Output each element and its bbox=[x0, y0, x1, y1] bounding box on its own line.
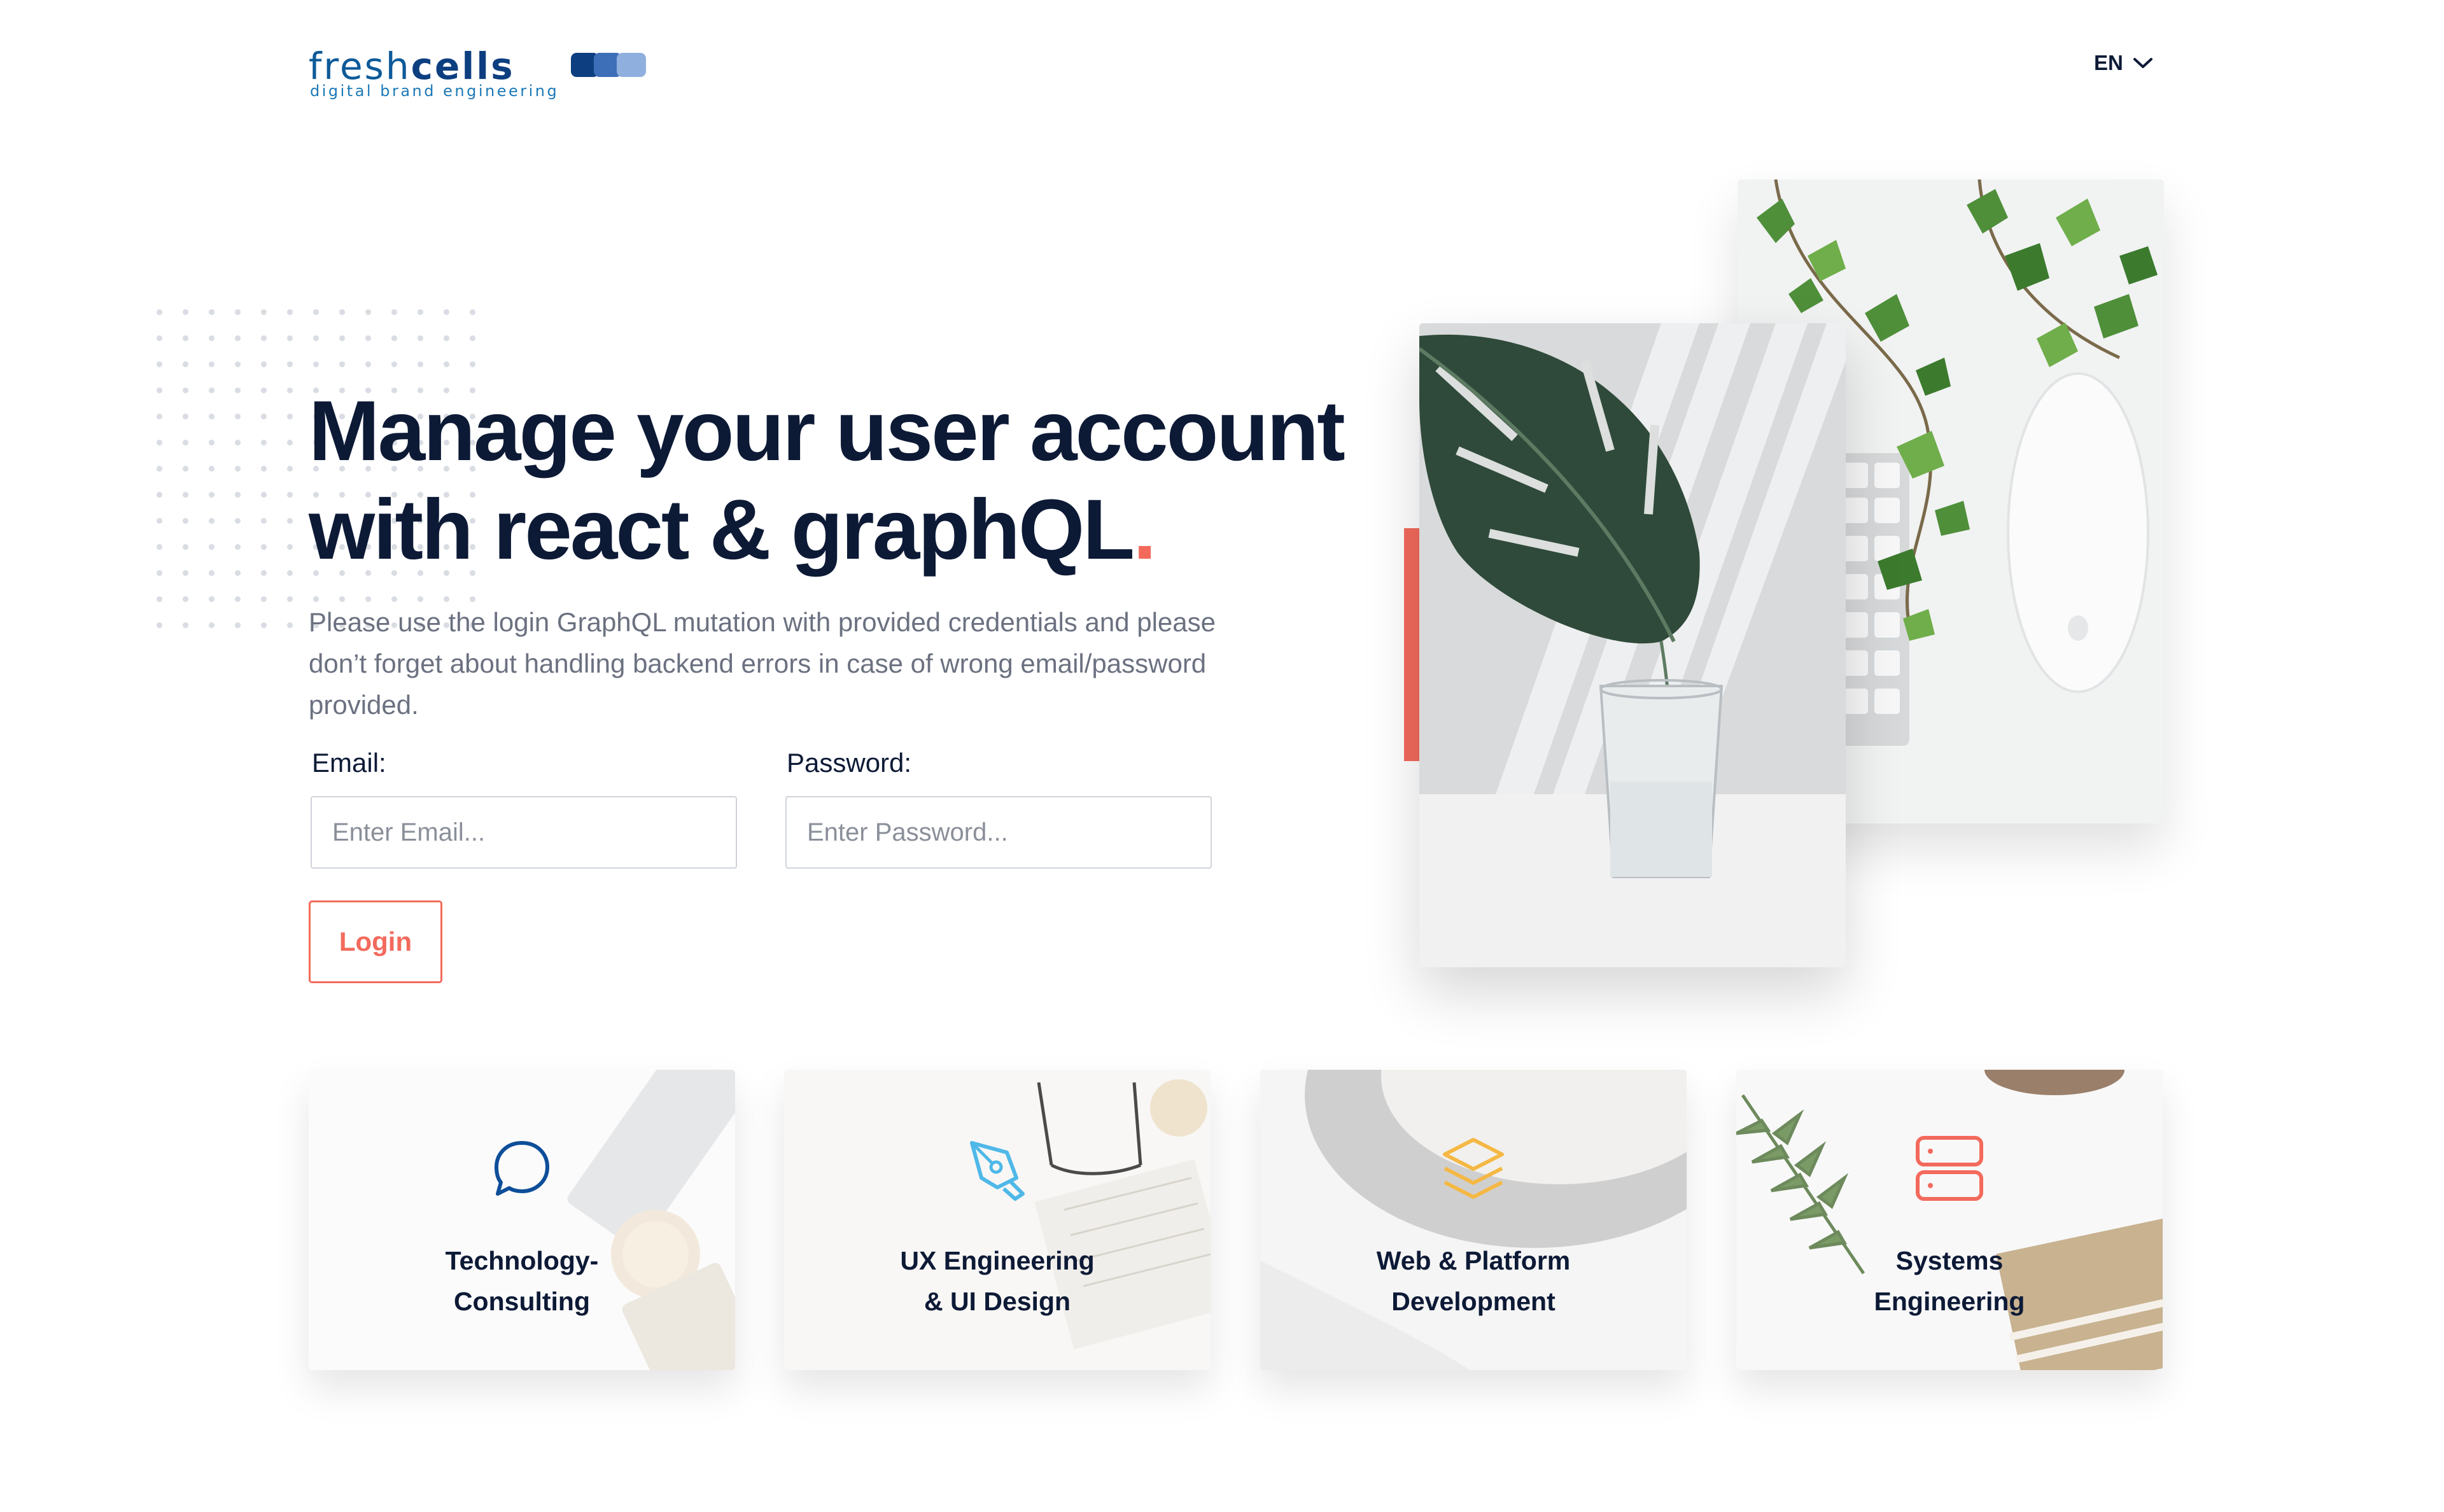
page-title: Manage your user account with react & gr… bbox=[309, 382, 1391, 579]
card-background-keyboard-coffee bbox=[309, 1070, 735, 1370]
logo-boxes-icon bbox=[571, 53, 646, 77]
logo[interactable]: freshcells digital brand engineering bbox=[309, 48, 652, 105]
hero-image-monstera-glass bbox=[1419, 323, 1846, 967]
page-title-line-1: Manage your user account bbox=[309, 384, 1345, 479]
card-title: Web & Platform Development bbox=[1260, 1240, 1687, 1322]
language-label: EN bbox=[2094, 51, 2123, 74]
logo-word-light: fresh bbox=[309, 45, 411, 88]
pen-tool-icon bbox=[970, 1141, 1025, 1201]
card-title-line-2: Engineering bbox=[1874, 1287, 2025, 1316]
title-accent-dot: . bbox=[1133, 482, 1156, 577]
email-field[interactable] bbox=[311, 796, 737, 869]
card-title-line-1: Technology- bbox=[445, 1246, 599, 1275]
server-icon bbox=[1916, 1136, 1983, 1201]
layers-icon bbox=[1443, 1138, 1504, 1199]
card-title-line-1: Web & Platform bbox=[1376, 1246, 1571, 1275]
logo-tagline: digital brand engineering bbox=[310, 82, 559, 100]
card-title-line-2: Development bbox=[1391, 1287, 1556, 1316]
login-button[interactable]: Login bbox=[309, 900, 442, 983]
password-label: Password: bbox=[787, 748, 912, 778]
card-title-line-2: Consulting bbox=[453, 1287, 591, 1316]
chevron-down-icon bbox=[2133, 58, 2153, 68]
card-background-bowl bbox=[1260, 1070, 1687, 1370]
card-title: UX Engineering & UI Design bbox=[784, 1240, 1211, 1322]
page-title-line-2: with react & graphQL. bbox=[309, 480, 1391, 579]
logo-wordmark: freshcells bbox=[309, 48, 515, 85]
card-title-line-1: UX Engineering bbox=[900, 1246, 1095, 1275]
card-title-line-1: Systems bbox=[1895, 1246, 2004, 1275]
chat-bubble-icon bbox=[495, 1141, 549, 1196]
card-background-glasses-book bbox=[784, 1070, 1211, 1370]
card-title: Systems Engineering bbox=[1736, 1240, 2163, 1322]
language-selector[interactable]: EN bbox=[2094, 51, 2154, 75]
service-card-web-platform[interactable]: Web & Platform Development bbox=[1260, 1070, 1687, 1370]
service-card-systems-engineering[interactable]: Systems Engineering bbox=[1736, 1070, 2163, 1370]
monstera-water-glass-image bbox=[1419, 323, 1846, 967]
service-card-technology-consulting[interactable]: Technology- Consulting bbox=[309, 1070, 735, 1370]
service-card-ux-engineering[interactable]: UX Engineering & UI Design bbox=[784, 1070, 1211, 1370]
card-title: Technology- Consulting bbox=[309, 1240, 735, 1322]
card-title-line-2: & UI Design bbox=[924, 1287, 1071, 1316]
logo-word-bold: cells bbox=[411, 45, 515, 88]
page-title-line-2-text: with react & graphQL bbox=[309, 482, 1135, 577]
password-field[interactable] bbox=[785, 796, 1212, 869]
email-label: Email: bbox=[312, 748, 386, 778]
page-description: Please use the login GraphQL mutation wi… bbox=[309, 607, 1216, 720]
card-background-fern-knit bbox=[1736, 1070, 2163, 1370]
